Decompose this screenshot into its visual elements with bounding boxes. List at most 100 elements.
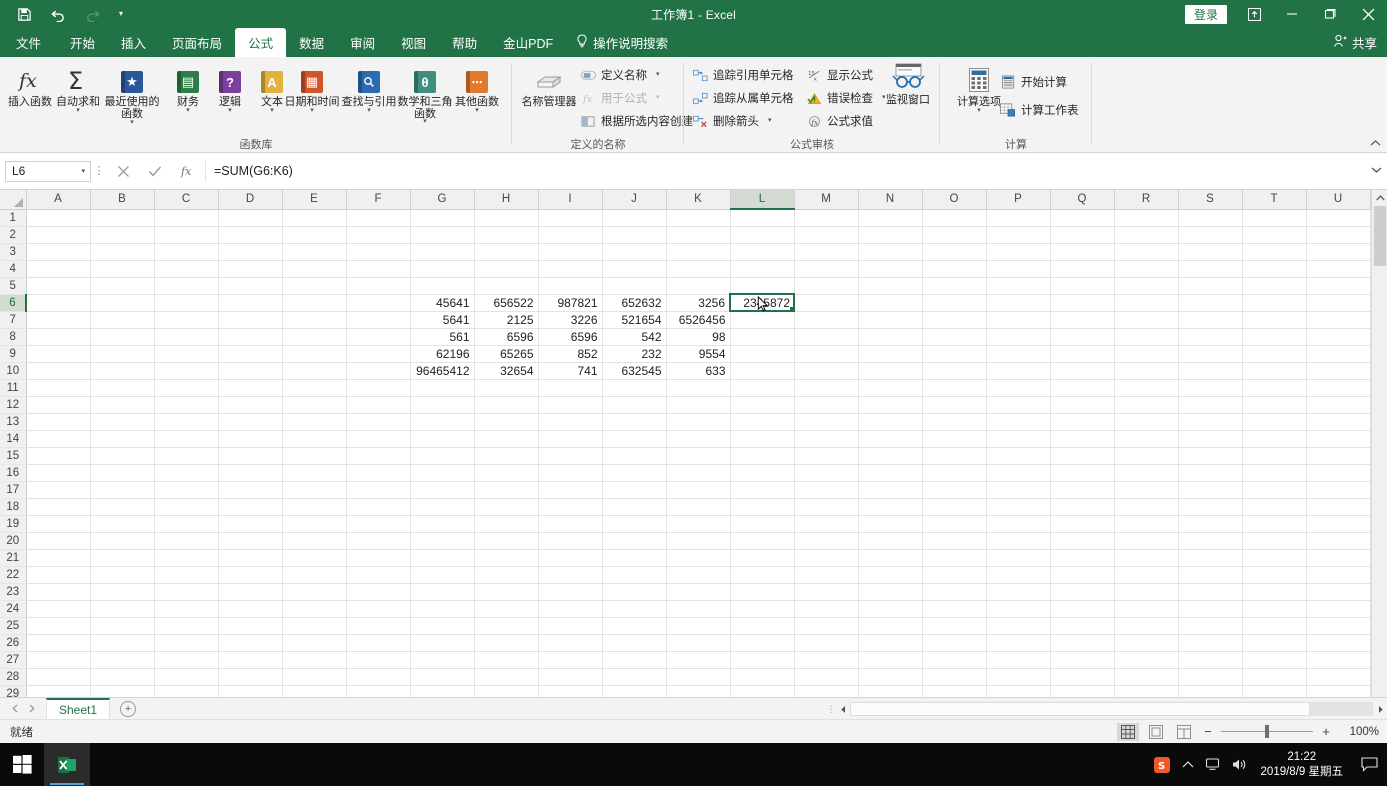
horizontal-scrollbar-track[interactable] [850,702,1373,716]
cell-i5[interactable] [538,277,603,295]
cell-u2[interactable] [1306,226,1371,244]
row-header-14[interactable]: 14 [0,430,27,448]
cell-r13[interactable] [1114,413,1179,431]
cell-m5[interactable] [794,277,859,295]
cell-t17[interactable] [1242,481,1307,499]
cell-u1[interactable] [1306,209,1371,227]
cell-i14[interactable] [538,430,603,448]
sheet-tab-sheet1[interactable]: Sheet1 [46,698,111,719]
cell-i28[interactable] [538,668,603,686]
cell-u21[interactable] [1306,549,1371,567]
tab-data[interactable]: 数据 [286,28,337,57]
cell-u4[interactable] [1306,260,1371,278]
cell-f8[interactable] [346,328,411,346]
cell-i13[interactable] [538,413,603,431]
cell-a20[interactable] [26,532,91,550]
row-header-12[interactable]: 12 [0,396,27,414]
chevron-right-icon[interactable] [24,700,38,718]
cell-t8[interactable] [1242,328,1307,346]
cell-o28[interactable] [922,668,987,686]
cell-u22[interactable] [1306,566,1371,584]
cell-j21[interactable] [602,549,667,567]
cell-k3[interactable] [666,243,731,261]
cell-j20[interactable] [602,532,667,550]
cell-h19[interactable] [474,515,539,533]
cell-e7[interactable] [282,311,347,329]
cell-d4[interactable] [218,260,283,278]
remove-arrows-caret-icon[interactable]: ▾ [768,117,772,124]
cell-n5[interactable] [858,277,923,295]
cell-g23[interactable] [410,583,475,601]
row-header-5[interactable]: 5 [0,277,27,295]
cell-q12[interactable] [1050,396,1115,414]
cell-e20[interactable] [282,532,347,550]
cell-c22[interactable] [154,566,219,584]
row-header-24[interactable]: 24 [0,600,27,618]
windows-start-icon[interactable] [0,743,44,786]
cell-j23[interactable] [602,583,667,601]
cell-e1[interactable] [282,209,347,227]
cell-g22[interactable] [410,566,475,584]
cell-m16[interactable] [794,464,859,482]
cell-h23[interactable] [474,583,539,601]
cell-q5[interactable] [1050,277,1115,295]
cell-p28[interactable] [986,668,1051,686]
cell-f12[interactable] [346,396,411,414]
cell-i1[interactable] [538,209,603,227]
cell-k17[interactable] [666,481,731,499]
cell-e26[interactable] [282,634,347,652]
cell-o18[interactable] [922,498,987,516]
cell-b8[interactable] [90,328,155,346]
cell-k12[interactable] [666,396,731,414]
cell-f27[interactable] [346,651,411,669]
cell-n16[interactable] [858,464,923,482]
cell-q11[interactable] [1050,379,1115,397]
cell-a19[interactable] [26,515,91,533]
cell-q16[interactable] [1050,464,1115,482]
cell-c14[interactable] [154,430,219,448]
cell-f25[interactable] [346,617,411,635]
cell-o17[interactable] [922,481,987,499]
cell-n26[interactable] [858,634,923,652]
cell-j26[interactable] [602,634,667,652]
cell-h22[interactable] [474,566,539,584]
row-header-22[interactable]: 22 [0,566,27,584]
cell-l28[interactable] [730,668,795,686]
cell-h15[interactable] [474,447,539,465]
sign-in-button[interactable]: 登录 [1184,4,1227,24]
cancel-icon[interactable] [107,160,139,182]
cell-o24[interactable] [922,600,987,618]
cell-r16[interactable] [1114,464,1179,482]
cell-g14[interactable] [410,430,475,448]
cell-g12[interactable] [410,396,475,414]
column-header-a[interactable]: A [26,190,91,210]
cell-s23[interactable] [1178,583,1243,601]
cell-b15[interactable] [90,447,155,465]
row-header-17[interactable]: 17 [0,481,27,499]
cell-k1[interactable] [666,209,731,227]
cell-k26[interactable] [666,634,731,652]
column-header-j[interactable]: J [602,190,667,210]
cell-a16[interactable] [26,464,91,482]
excel-taskbar-icon[interactable] [44,743,90,786]
cell-e13[interactable] [282,413,347,431]
cell-a23[interactable] [26,583,91,601]
cell-a22[interactable] [26,566,91,584]
cell-u19[interactable] [1306,515,1371,533]
cell-b23[interactable] [90,583,155,601]
cell-j16[interactable] [602,464,667,482]
cell-k23[interactable] [666,583,731,601]
cell-h25[interactable] [474,617,539,635]
cell-r14[interactable] [1114,430,1179,448]
cell-b25[interactable] [90,617,155,635]
cell-e2[interactable] [282,226,347,244]
cell-p26[interactable] [986,634,1051,652]
cell-l1[interactable] [730,209,795,227]
column-header-d[interactable]: D [218,190,283,210]
ribbon-display-options-icon[interactable] [1235,0,1273,28]
cell-q13[interactable] [1050,413,1115,431]
cell-i12[interactable] [538,396,603,414]
row-header-27[interactable]: 27 [0,651,27,669]
cell-d11[interactable] [218,379,283,397]
cell-o2[interactable] [922,226,987,244]
